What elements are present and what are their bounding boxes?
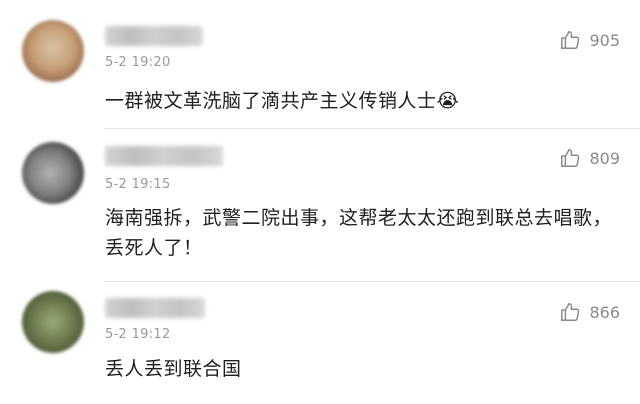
comment-text: 丢人丢到联合国	[105, 358, 242, 380]
comment-time: 5-2 19:20	[105, 55, 171, 70]
like-button[interactable]: 809	[559, 147, 620, 169]
like-count: 809	[589, 148, 620, 168]
comment-time: 5-2 19:15	[105, 177, 171, 192]
avatar[interactable]	[22, 20, 84, 82]
thumbs-up-icon	[561, 149, 580, 167]
comment-time: 5-2 19:12	[105, 327, 171, 342]
like-count: 866	[589, 302, 620, 322]
like-button[interactable]: 866	[559, 301, 620, 323]
username-blurred[interactable]	[105, 146, 223, 166]
thumbs-up-icon	[561, 303, 580, 321]
like-button[interactable]: 905	[559, 29, 620, 51]
avatar[interactable]	[22, 291, 84, 353]
comment-text: 海南强拆，武警二院出事，这帮老太太还跑到联总去唱歌，丢死人了！	[105, 207, 613, 259]
username-blurred[interactable]	[105, 298, 205, 318]
divider	[104, 281, 640, 282]
avatar[interactable]	[22, 142, 84, 204]
like-count: 905	[589, 30, 620, 50]
divider	[104, 128, 640, 129]
thumbs-up-icon	[561, 31, 580, 49]
username-blurred[interactable]	[105, 26, 203, 46]
comment-text: 一群被文革洗脑了滴共产主义传销人士😭	[105, 90, 460, 112]
